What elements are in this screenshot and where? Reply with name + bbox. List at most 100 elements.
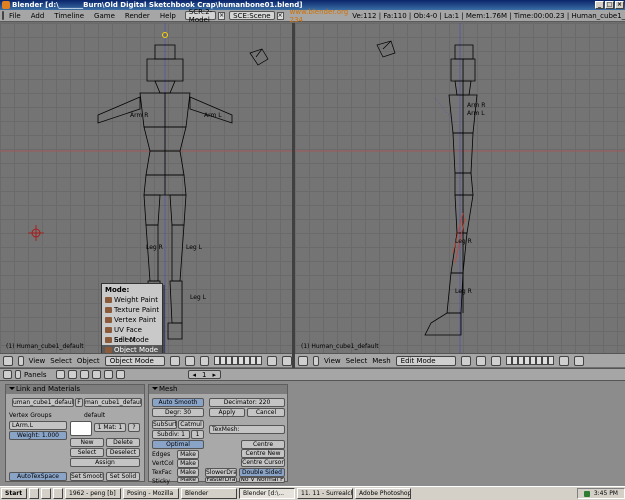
layer-buttons[interactable] <box>505 356 554 365</box>
taskbar-item[interactable]: 1962 - peng [b] <box>65 488 121 499</box>
mode-vertex-paint[interactable]: Vertex Paint <box>102 315 162 325</box>
scene-close-icon[interactable]: × <box>276 11 284 20</box>
script-icon[interactable] <box>67 370 77 379</box>
vgroup-deselect-button[interactable]: Deselect <box>106 448 140 457</box>
centre-new-button[interactable]: Centre New <box>241 449 285 458</box>
taskbar-item[interactable]: Posing - Mozilla <box>123 488 179 499</box>
no-vnormal-flip-toggle[interactable]: No V Normal F <box>239 477 285 483</box>
material-color-swatch[interactable] <box>70 421 92 436</box>
panel-title[interactable]: Link and Materials <box>6 385 144 394</box>
editing-icon[interactable] <box>103 370 113 379</box>
taskbar-item[interactable]: 11. 11 - Surrealchemist - ... <box>297 488 353 499</box>
viewport-side[interactable]: Arm R Arm L Leg R Leg R (1) Human_cube1_… <box>295 23 625 353</box>
menu-object[interactable]: Object <box>77 357 100 365</box>
auto-texspace-button[interactable]: AutoTexSpace <box>9 472 67 481</box>
mode-selector[interactable]: Edit Mode <box>395 355 456 366</box>
frame-inc-icon[interactable]: ▸ <box>213 371 217 379</box>
pivot-icon[interactable] <box>475 355 486 366</box>
maximize-icon[interactable]: □ <box>605 1 614 9</box>
screen-close-icon[interactable]: × <box>218 11 226 20</box>
decimator-apply-button[interactable]: Apply <box>209 408 245 417</box>
collapse-icon[interactable] <box>313 355 319 366</box>
camera-icon[interactable] <box>376 40 396 58</box>
menu-select[interactable]: Select <box>346 357 368 365</box>
material-index-field[interactable]: 1 Mat: 1 <box>94 423 126 432</box>
menu-file[interactable]: File <box>4 12 26 20</box>
camera-icon[interactable] <box>249 48 269 66</box>
sticky-make-button[interactable]: Make <box>177 477 199 483</box>
render-icon[interactable] <box>573 355 584 366</box>
manipulator-icon[interactable] <box>490 355 501 366</box>
taskbar-item[interactable]: Blender <box>181 488 237 499</box>
taskbar-item[interactable]: Adobe Photoshop <box>355 488 411 499</box>
blender-url[interactable]: www.blender.org 234 <box>290 8 349 24</box>
mesh-name-field[interactable]: uman_cube1_default <box>12 398 74 407</box>
subdiv-render-field[interactable]: 1 <box>191 430 204 439</box>
menu-timeline[interactable]: Timeline <box>49 12 89 20</box>
quicklaunch-icon[interactable] <box>29 488 39 499</box>
quicklaunch-icon[interactable] <box>53 488 63 499</box>
double-sided-toggle[interactable]: Double Sided <box>239 468 285 477</box>
draw-type-icon[interactable] <box>170 355 180 366</box>
weight-field[interactable]: Weight: 1.000 <box>9 431 67 440</box>
slower-draw-button[interactable]: SlowerDra <box>205 468 237 477</box>
menu-help[interactable]: Help <box>155 12 181 20</box>
mode-edit[interactable]: Edit Mode <box>102 335 162 345</box>
material-query-button[interactable]: ? <box>128 423 140 432</box>
vertcol-make-button[interactable]: Make <box>177 459 199 468</box>
shading-icon[interactable] <box>79 370 89 379</box>
menu-mesh[interactable]: Mesh <box>372 357 390 365</box>
mode-selector[interactable]: Object Mode <box>104 355 166 366</box>
decimator-cancel-button[interactable]: Cancel <box>247 408 285 417</box>
mode-weight-paint[interactable]: Weight Paint <box>102 295 162 305</box>
decimator-field[interactable]: Decimator: 220 <box>209 398 285 407</box>
tray-icon[interactable] <box>583 490 590 497</box>
frame-dec-icon[interactable]: ◂ <box>193 371 197 379</box>
scene-icon[interactable] <box>115 370 125 379</box>
object-name-field[interactable]: man_cube1_default <box>84 398 142 407</box>
viewport-divider[interactable] <box>292 23 295 368</box>
optimal-toggle[interactable]: Optimal <box>152 440 204 449</box>
centre-cursor-button[interactable]: Centre Cursor <box>241 458 285 467</box>
faster-draw-button[interactable]: FasterDra <box>205 477 237 483</box>
menu-view[interactable]: View <box>324 357 341 365</box>
logic-icon[interactable] <box>55 370 65 379</box>
start-button[interactable]: Start <box>1 488 27 499</box>
texmesh-field[interactable]: TexMesh: <box>209 425 285 434</box>
subdiv-field[interactable]: Subdiv: 1 <box>152 430 190 439</box>
menu-view[interactable]: View <box>29 357 46 365</box>
set-smooth-button[interactable]: Set Smooth <box>70 472 104 481</box>
menu-add[interactable]: Add <box>26 12 50 20</box>
scene-selector[interactable]: SCE:Scene <box>229 11 275 20</box>
menu-select[interactable]: Select <box>50 357 72 365</box>
menu-game[interactable]: Game <box>89 12 120 20</box>
object-icon[interactable] <box>91 370 101 379</box>
close-icon[interactable]: × <box>615 1 624 9</box>
panels-menu[interactable]: Panels <box>24 371 47 379</box>
editor-type-icon[interactable] <box>298 355 308 366</box>
manipulator-icon[interactable] <box>199 355 210 366</box>
vgroup-delete-button[interactable]: Delete <box>106 438 140 447</box>
taskbar-item-active[interactable]: Blender [d:\... <box>239 488 295 499</box>
edges-make-button[interactable]: Make <box>177 450 199 459</box>
frame-counter[interactable]: ◂ 1 ▸ <box>187 370 222 379</box>
pivot-icon[interactable] <box>184 355 195 366</box>
vgroup-select-button[interactable]: Select <box>70 448 104 457</box>
layer-buttons[interactable] <box>214 356 263 365</box>
panel-title[interactable]: Mesh <box>149 385 287 394</box>
draw-type-icon[interactable] <box>460 355 471 366</box>
vgroup-new-button[interactable]: New <box>70 438 104 447</box>
collapse-icon[interactable] <box>15 370 21 379</box>
set-solid-button[interactable]: Set Solid <box>106 472 140 481</box>
screen-selector[interactable]: SCR:2-Model <box>184 8 217 24</box>
lock-icon[interactable] <box>267 355 278 366</box>
auto-smooth-toggle[interactable]: Auto Smooth <box>152 398 204 407</box>
minimize-icon[interactable]: _ <box>595 1 604 9</box>
render-icon[interactable] <box>282 355 292 366</box>
side-view-mesh[interactable]: Arm R Arm L Leg R Leg R <box>295 23 625 353</box>
editor-type-icon[interactable] <box>3 355 13 366</box>
degr-field[interactable]: Degr: 30 <box>152 408 204 417</box>
subsurf-type-selector[interactable]: Catmul <box>178 420 204 429</box>
quicklaunch-icon[interactable] <box>41 488 51 499</box>
centre-button[interactable]: Centre <box>241 440 285 449</box>
